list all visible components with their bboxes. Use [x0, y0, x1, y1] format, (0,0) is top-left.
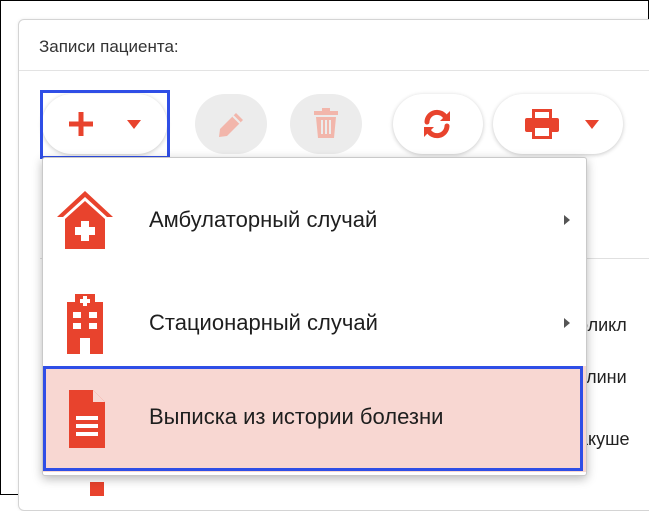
trash-icon: [314, 108, 338, 138]
hospital-icon: [67, 294, 103, 354]
menu-item-label: Стационарный случай: [149, 310, 378, 335]
menu-item-inpatient-case[interactable]: Стационарный случай: [43, 270, 586, 376]
discharge-item-selection-outline: [43, 366, 583, 471]
menu-item-outpatient-case[interactable]: Амбулаторный случай: [43, 167, 586, 273]
document-icon: [90, 482, 104, 496]
menu-item-label: Амбулаторный случай: [149, 207, 378, 232]
pencil-icon: [219, 113, 243, 137]
printer-icon: [525, 109, 559, 139]
add-button-selection-outline: [40, 90, 170, 159]
refresh-button[interactable]: [393, 94, 483, 154]
print-button[interactable]: [493, 94, 623, 154]
submenu-arrow-icon: [564, 318, 570, 328]
caret-down-icon: [585, 120, 599, 129]
delete-record-button[interactable]: [290, 94, 362, 154]
submenu-arrow-icon: [564, 215, 570, 225]
panel-title: Записи пациента:: [39, 37, 179, 56]
house-medical-icon: [57, 191, 113, 249]
edit-record-button[interactable]: [195, 94, 267, 154]
refresh-icon: [424, 109, 450, 139]
